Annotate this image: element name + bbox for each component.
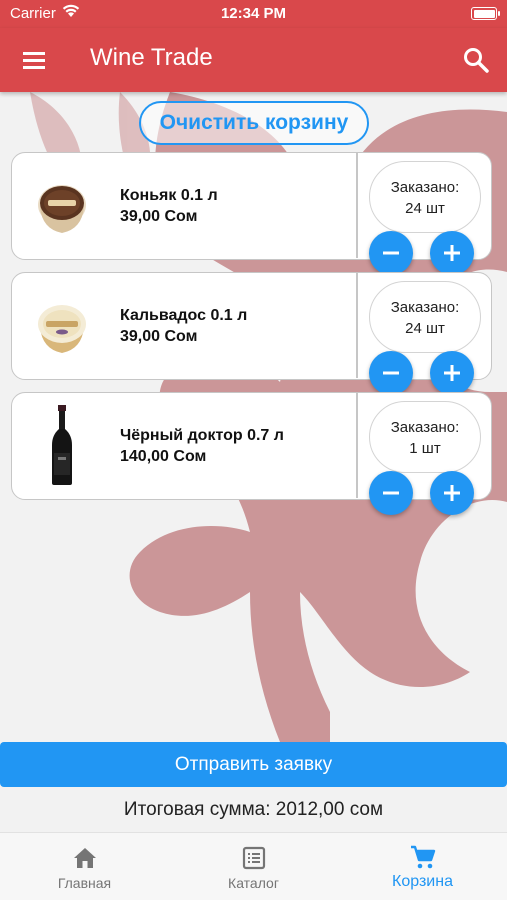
home-icon	[74, 848, 96, 868]
item-price: 39,00 Сом	[120, 328, 198, 345]
decrease-quantity-button[interactable]	[369, 351, 413, 395]
cart-item: Кальвадос 0.1 л 39,00 Сом Заказано: 24 ш…	[11, 272, 492, 395]
cart-icon	[411, 845, 436, 869]
minus-icon	[383, 491, 399, 495]
item-price: 39,00 Сом	[120, 208, 198, 225]
ordered-quantity-box: Заказано: 1 шт	[369, 401, 481, 473]
item-name: Чёрный доктор 0.7 л	[120, 427, 284, 444]
cognac-cup-image	[38, 185, 86, 233]
ordered-quantity-box: Заказано: 24 шт	[369, 281, 481, 353]
increase-quantity-button[interactable]	[430, 351, 474, 395]
bottom-navigation: Главная Каталог Корзина	[0, 832, 507, 900]
ordered-label: Заказано:	[390, 179, 460, 196]
nav-item-cart[interactable]: Корзина	[338, 833, 507, 900]
item-divider	[356, 393, 358, 498]
nav-item-home[interactable]: Главная	[0, 833, 169, 900]
search-icon	[464, 48, 489, 73]
catalog-icon	[242, 846, 266, 870]
plus-icon	[444, 245, 460, 261]
plus-icon	[444, 485, 460, 501]
clear-cart-button[interactable]: Очистить корзину	[139, 101, 369, 145]
increase-quantity-button[interactable]	[430, 471, 474, 515]
decrease-quantity-button[interactable]	[369, 471, 413, 515]
nav-label: Каталог	[228, 875, 279, 891]
minus-icon	[383, 251, 399, 255]
menu-button[interactable]	[20, 46, 50, 74]
minus-icon	[383, 371, 399, 375]
order-total: Итоговая сумма: 2012,00 сом	[0, 787, 507, 832]
item-divider	[356, 273, 358, 378]
status-bar: Carrier 12:34 PM	[0, 0, 507, 28]
ordered-label: Заказано:	[390, 299, 460, 316]
search-button[interactable]	[461, 45, 491, 75]
app-bar: Wine Trade	[0, 28, 507, 92]
menu-icon	[23, 52, 45, 69]
item-name: Кальвадос 0.1 л	[120, 307, 248, 324]
nav-label: Корзина	[392, 873, 453, 890]
item-price: 140,00 Сом	[120, 448, 207, 465]
decrease-quantity-button[interactable]	[369, 231, 413, 275]
battery-icon	[471, 7, 500, 20]
cart-item: Чёрный доктор 0.7 л 140,00 Сом Заказано:…	[11, 392, 492, 515]
app-title: Wine Trade	[90, 44, 213, 71]
ordered-quantity: 24 шт	[405, 320, 445, 337]
item-name: Коньяк 0.1 л	[120, 187, 218, 204]
ordered-quantity: 24 шт	[405, 200, 445, 217]
plus-icon	[444, 365, 460, 381]
submit-order-button[interactable]: Отправить заявку	[0, 742, 507, 787]
status-time: 12:34 PM	[220, 5, 287, 22]
item-divider	[356, 153, 358, 258]
ordered-quantity: 1 шт	[409, 440, 441, 457]
cart-item: Коньяк 0.1 л 39,00 Сом Заказано: 24 шт	[11, 152, 492, 275]
wine-bottle-image	[52, 405, 72, 485]
ordered-quantity-box: Заказано: 24 шт	[369, 161, 481, 233]
nav-item-catalog[interactable]: Каталог	[169, 833, 338, 900]
ordered-label: Заказано:	[390, 419, 460, 436]
nav-label: Главная	[57, 875, 112, 891]
calvados-cup-image	[38, 305, 86, 353]
increase-quantity-button[interactable]	[430, 231, 474, 275]
